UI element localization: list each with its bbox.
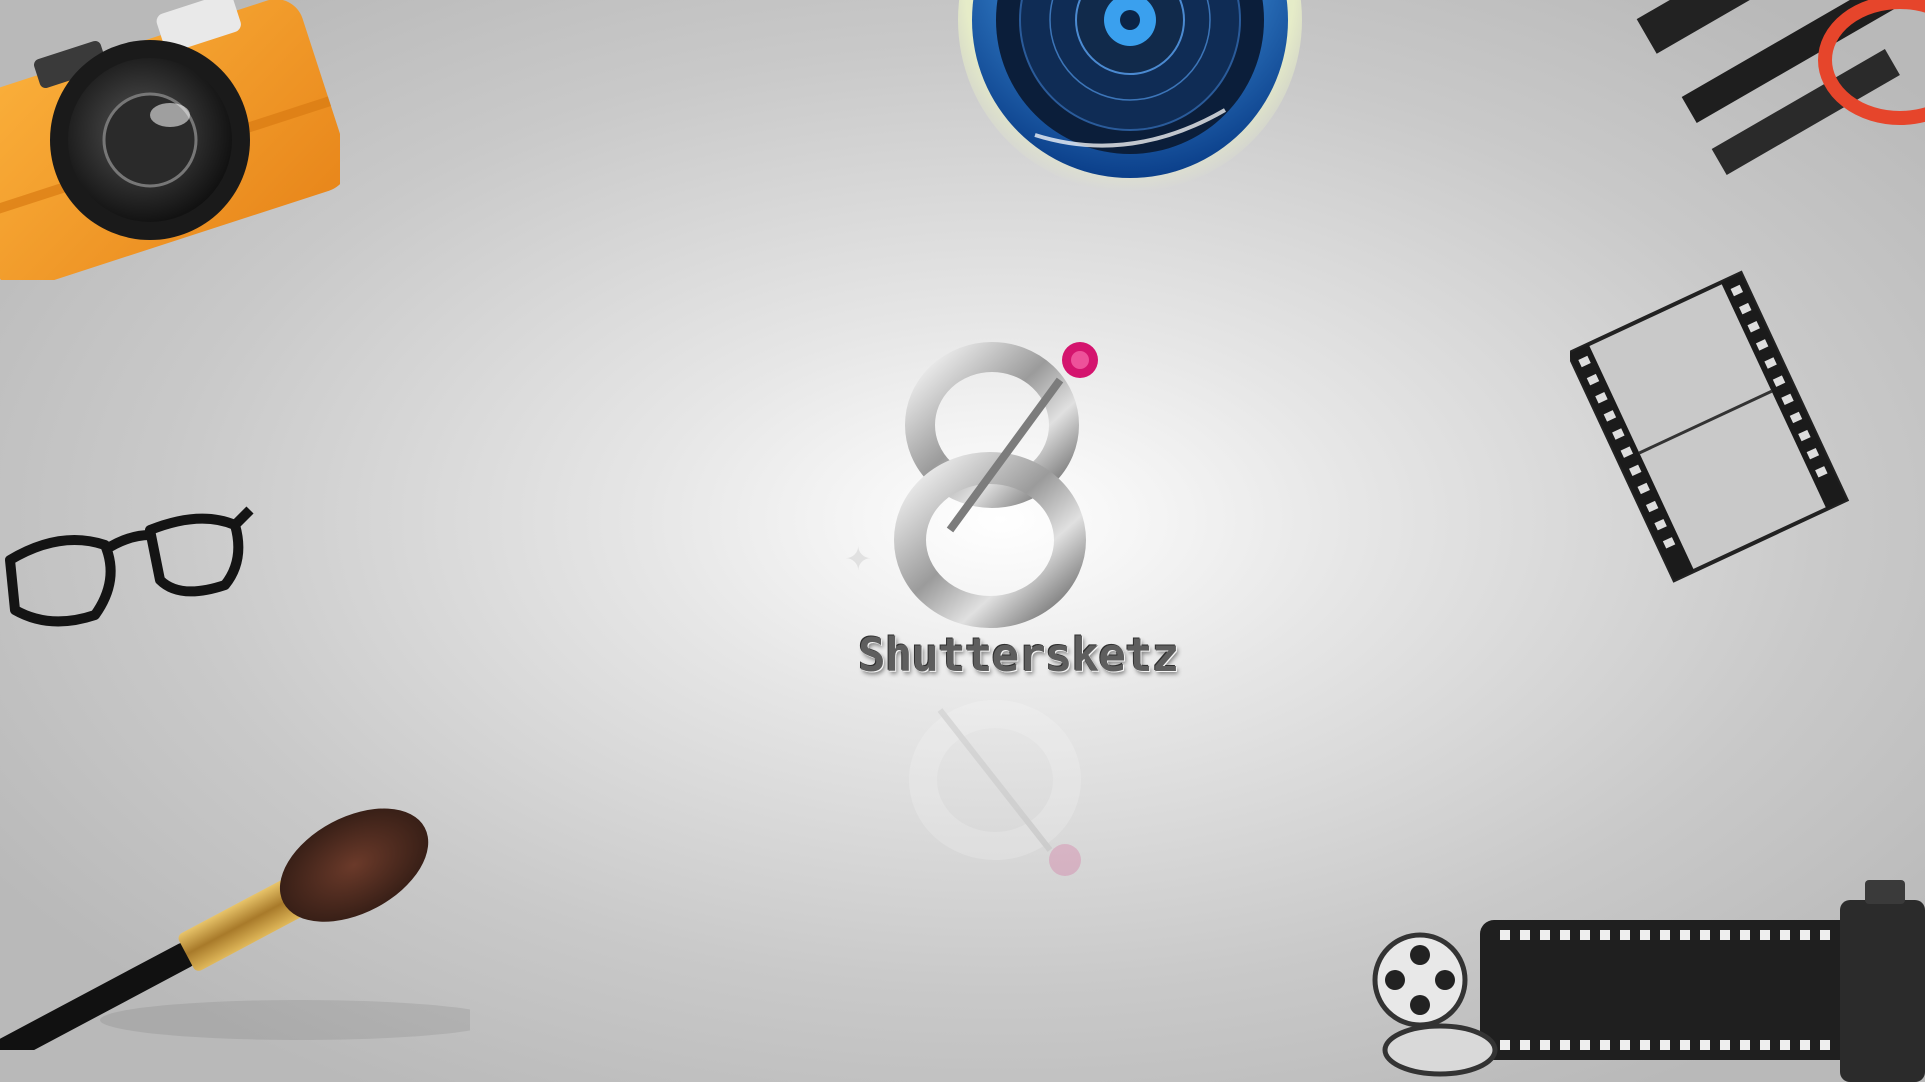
brand-logo-reflection <box>880 670 1110 900</box>
orange-camera-icon <box>0 0 340 280</box>
film-reel-icon <box>1370 880 1925 1082</box>
ghost-watermark-left: ✦ <box>845 530 872 581</box>
brand-logo-icon <box>860 330 1130 630</box>
film-clapper-icon <box>1570 0 1925 630</box>
blue-lens-icon <box>955 0 1305 190</box>
makeup-brush-icon <box>0 790 470 1050</box>
eyeglasses-icon <box>0 490 260 640</box>
